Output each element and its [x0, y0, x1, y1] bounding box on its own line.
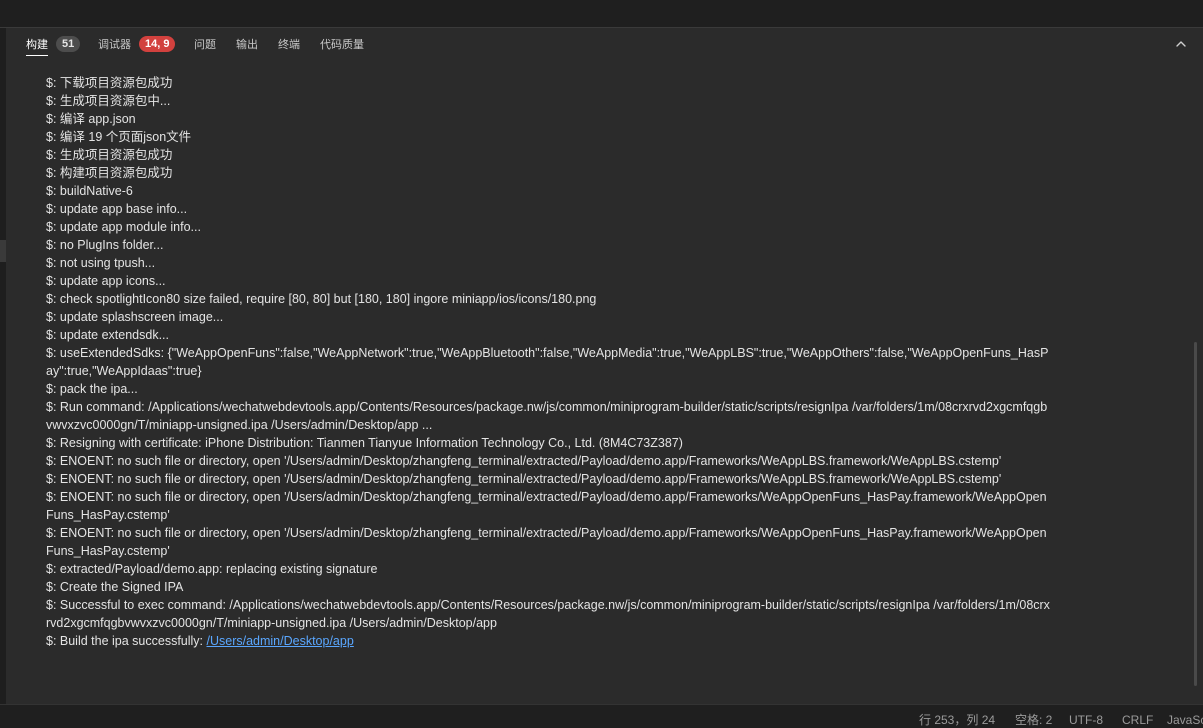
editor-area-edge	[0, 0, 1203, 28]
log-line: $: update splashscreen image...	[46, 310, 224, 324]
log-line: $: buildNative-6	[46, 184, 133, 198]
log-line: $: 下载项目资源包成功	[46, 76, 173, 90]
log-line: $: ENOENT: no such file or directory, op…	[46, 526, 1047, 558]
ide-window: 构建 51 调试器 14, 9 问题 输出 终端 代码质量 $: 下载项目资源包…	[0, 0, 1203, 728]
tab-output[interactable]: 输出	[236, 28, 258, 60]
tab-output-label: 输出	[236, 39, 258, 51]
log-line: $: Resigning with certificate: iPhone Di…	[46, 436, 683, 450]
log-line-final-text: $: Build the ipa successfully:	[46, 634, 207, 648]
log-line: $: pack the ipa...	[46, 382, 138, 396]
log-line: $: ENOENT: no such file or directory, op…	[46, 490, 1047, 522]
indentation-setting[interactable]: 空格: 2	[1015, 705, 1052, 728]
log-scrollbar[interactable]	[1194, 342, 1197, 686]
debugger-count-badge: 14, 9	[139, 36, 176, 52]
log-line: $: 生成项目资源包成功	[46, 148, 173, 162]
log-line: $: Successful to exec command: /Applicat…	[46, 598, 1050, 630]
file-encoding[interactable]: UTF-8	[1069, 705, 1103, 728]
active-tab-underline	[26, 55, 48, 56]
log-line: $: extracted/Payload/demo.app: replacing…	[46, 562, 378, 576]
log-line: $: Run command: /Applications/wechatwebd…	[46, 400, 1048, 432]
language-mode[interactable]: JavaScript	[1167, 705, 1203, 728]
log-line: $: update extendsdk...	[46, 328, 170, 342]
log-line: $: update app icons...	[46, 274, 166, 288]
line-ending[interactable]: CRLF	[1122, 705, 1153, 728]
log-line: $: useExtendedSdks: {"WeAppOpenFuns":fal…	[46, 346, 1049, 378]
log-line: $: ENOENT: no such file or directory, op…	[46, 454, 1002, 468]
tab-terminal[interactable]: 终端	[278, 28, 300, 60]
log-line: $: update app base info...	[46, 202, 188, 216]
log-line: $: 编译 app.json	[46, 112, 136, 126]
build-count-badge: 51	[56, 36, 81, 52]
log-line: $: Create the Signed IPA	[46, 580, 184, 594]
output-path-link[interactable]: /Users/admin/Desktop/app	[207, 634, 354, 648]
cursor-position[interactable]: 行 253，列 24	[919, 705, 995, 728]
log-line: $: update app module info...	[46, 220, 201, 234]
panel-tabs: 构建 51 调试器 14, 9 问题 输出 终端 代码质量	[6, 28, 1203, 60]
tab-debugger[interactable]: 调试器 14, 9	[98, 28, 176, 60]
tab-code-quality[interactable]: 代码质量	[320, 28, 364, 60]
tab-problems[interactable]: 问题	[194, 28, 216, 60]
tab-terminal-label: 终端	[278, 39, 300, 51]
log-line: $: 生成项目资源包中...	[46, 94, 171, 108]
tab-debugger-label: 调试器	[98, 39, 131, 51]
tab-code-quality-label: 代码质量	[320, 39, 364, 51]
log-line: $: ENOENT: no such file or directory, op…	[46, 472, 1002, 486]
tab-problems-label: 问题	[194, 39, 216, 51]
chevron-up-icon[interactable]	[1173, 36, 1189, 52]
log-line-final: $: Build the ipa successfully: /Users/ad…	[46, 632, 1051, 650]
log-line: $: 编译 19 个页面json文件	[46, 130, 192, 144]
log-line: $: check spotlightIcon80 size failed, re…	[46, 292, 597, 306]
build-log: $: 下载项目资源包成功 $: 生成项目资源包中... $: 编译 app.json…	[46, 74, 1051, 650]
status-bar: 行 253，列 24 空格: 2 UTF-8 CRLF JavaScript	[0, 704, 1203, 728]
bottom-panel: 构建 51 调试器 14, 9 问题 输出 终端 代码质量 $: 下载项目资源包…	[6, 28, 1203, 704]
tab-build-label: 构建	[26, 39, 48, 51]
log-line: $: not using tpush...	[46, 256, 156, 270]
log-line: $: no PlugIns folder...	[46, 238, 164, 252]
log-line: $: 构建项目资源包成功	[46, 166, 173, 180]
